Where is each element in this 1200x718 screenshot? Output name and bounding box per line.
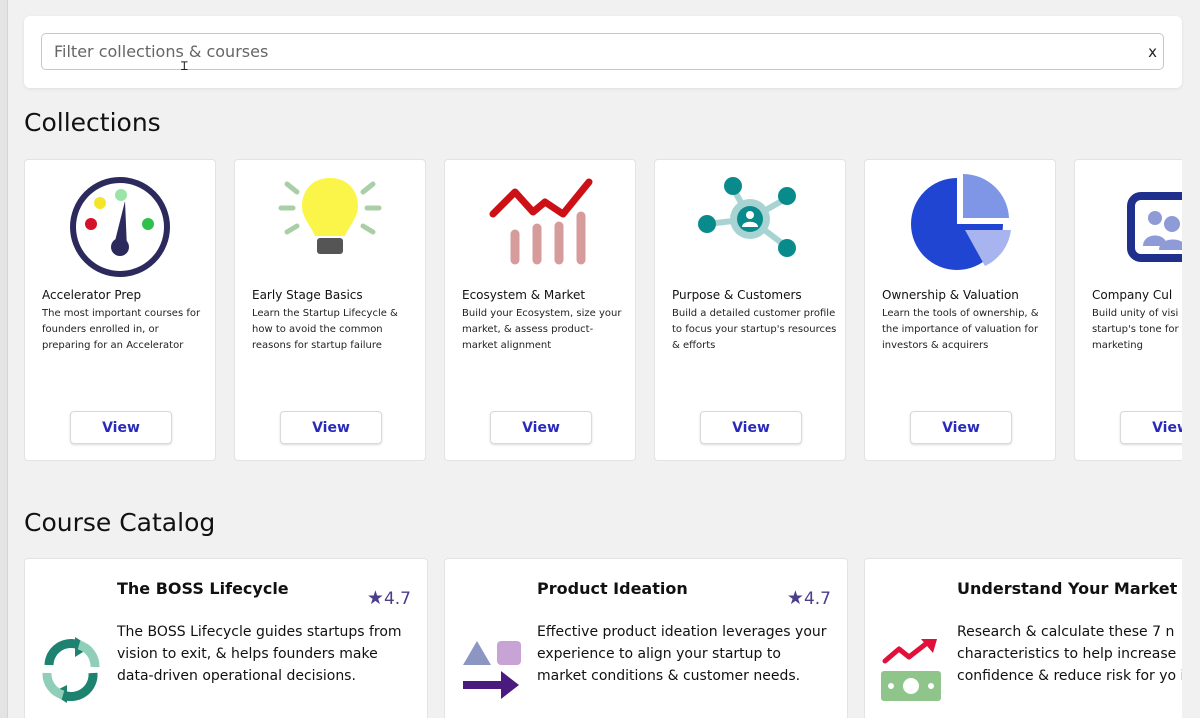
collection-description: Build your Ecosystem, size your market, … [462, 308, 622, 351]
course-title: The BOSS Lifecycle [117, 579, 289, 598]
lightbulb-icon [235, 174, 425, 280]
collection-description: The most important courses for founders … [42, 308, 201, 351]
collection-card-ecosystem-market[interactable]: Ecosystem & Market Build your Ecosystem,… [444, 159, 636, 461]
collection-title: Accelerator Prep [42, 288, 142, 302]
clear-filter-button[interactable]: x [1148, 43, 1157, 61]
collection-card-ownership-valuation[interactable]: Ownership & Valuation Learn the tools of… [864, 159, 1056, 461]
star-icon: ★ [366, 587, 384, 609]
market-trend-icon [445, 174, 635, 280]
course-title: Understand Your Market [957, 579, 1178, 598]
team-icon [1075, 174, 1182, 280]
collection-title: Ecosystem & Market [462, 288, 586, 302]
collection-title: Early Stage Basics [252, 288, 363, 302]
course-description: Effective product ideation leverages you… [537, 624, 827, 684]
collection-description: Build unity of visi startup's tone for m… [1092, 308, 1179, 351]
view-button[interactable]: View [910, 411, 1012, 444]
course-title: Product Ideation [537, 579, 688, 598]
collection-card-accelerator-prep[interactable]: Accelerator Prep The most important cour… [24, 159, 216, 461]
course-card-understand-your-market[interactable]: Understand Your Market Research & calcul… [864, 558, 1182, 718]
money-growth-icon [879, 637, 943, 703]
customer-network-icon [655, 174, 845, 280]
course-catalog-row: The BOSS Lifecycle ★4.7 The BOSS Lifecyc… [24, 558, 1182, 718]
view-button[interactable]: View [700, 411, 802, 444]
pie-chart-icon [865, 174, 1055, 280]
page-left-border [0, 0, 8, 718]
cycle-arrows-icon [39, 637, 103, 703]
speedometer-icon [25, 174, 215, 280]
view-button[interactable]: View [280, 411, 382, 444]
collection-card-purpose-customers[interactable]: Purpose & Customers Build a detailed cus… [654, 159, 846, 461]
course-card-boss-lifecycle[interactable]: The BOSS Lifecycle ★4.7 The BOSS Lifecyc… [24, 558, 428, 718]
view-button[interactable]: View [490, 411, 592, 444]
rating-value: 4.7 [383, 589, 411, 609]
view-button[interactable]: View [70, 411, 172, 444]
course-description: The BOSS Lifecycle guides startups from … [117, 624, 402, 684]
course-card-product-ideation[interactable]: Product Ideation ★4.7 Effective product … [444, 558, 848, 718]
filter-input[interactable] [41, 33, 1164, 70]
course-catalog-heading: Course Catalog [24, 508, 216, 537]
collection-title: Purpose & Customers [672, 288, 802, 302]
collection-card-company-culture[interactable]: Company Cul Build unity of visi startup'… [1074, 159, 1182, 461]
collection-description: Learn the tools of ownership, & the impo… [882, 308, 1039, 351]
collection-description: Build a detailed customer profile to foc… [672, 308, 837, 351]
collections-heading: Collections [24, 108, 161, 137]
star-icon: ★ [786, 587, 804, 609]
course-rating: ★4.7 [367, 587, 411, 609]
shapes-arrow-icon [459, 637, 523, 703]
collection-card-early-stage-basics[interactable]: Early Stage Basics Learn the Startup Lif… [234, 159, 426, 461]
course-rating: ★4.7 [787, 587, 831, 609]
filter-panel: x [24, 16, 1182, 88]
collection-description: Learn the Startup Lifecycle & how to avo… [252, 308, 398, 351]
text-cursor-icon: Ɪ [181, 59, 188, 73]
collection-title: Ownership & Valuation [882, 288, 1019, 302]
collections-carousel[interactable]: Accelerator Prep The most important cour… [24, 159, 1182, 462]
view-button[interactable]: View [1120, 411, 1182, 444]
collection-title: Company Cul [1092, 288, 1173, 302]
course-description: Research & calculate these 7 n character… [957, 624, 1182, 684]
rating-value: 4.7 [803, 589, 831, 609]
